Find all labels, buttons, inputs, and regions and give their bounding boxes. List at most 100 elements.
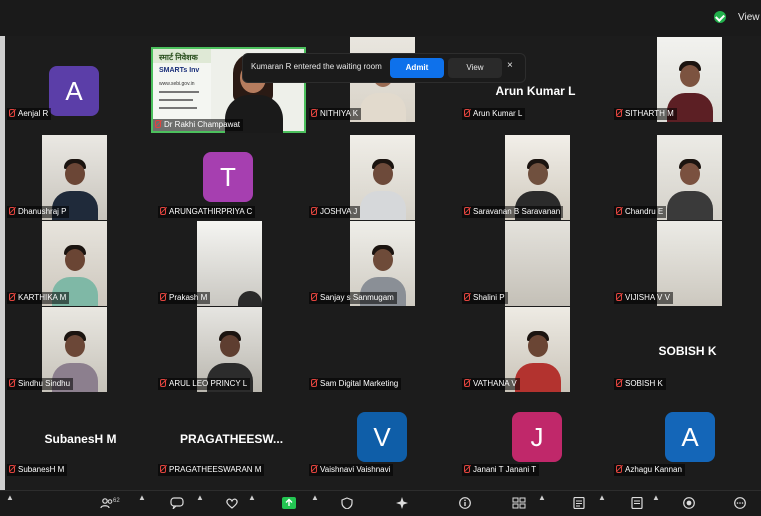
reactions-button[interactable] <box>225 495 245 512</box>
caret-up-icon[interactable]: ▲ <box>538 493 546 502</box>
mic-muted-icon <box>311 293 317 301</box>
top-bar: View <box>0 0 761 36</box>
mic-muted-icon <box>464 207 470 215</box>
mic-muted-icon <box>155 120 161 128</box>
participant-name: NITHIYA K <box>309 108 362 120</box>
participant-name: JOSHVA J <box>309 206 361 218</box>
mic-muted-icon <box>9 293 15 301</box>
mic-muted-icon <box>9 379 15 387</box>
participant-name-label: Janani T Janani T <box>473 465 537 474</box>
caret-up-icon[interactable]: ▲ <box>248 493 256 502</box>
tile-sitharth[interactable]: SITHARTH M <box>612 36 761 122</box>
participants-button[interactable]: 62 <box>100 495 140 512</box>
avatar: V <box>357 412 407 462</box>
slide-title: स्मार्ट निवेशक <box>159 53 198 62</box>
caret-up-icon[interactable]: ▲ <box>598 493 606 502</box>
mic-muted-icon <box>9 207 15 215</box>
close-icon[interactable]: × <box>507 60 513 71</box>
participant-name-label: Sam Digital Marketing <box>320 379 399 388</box>
participant-name-label: Dr Rakhi Champawat <box>164 120 241 129</box>
participant-name: ARUL LEO PRINCY L <box>158 378 251 390</box>
share-screen-icon <box>282 497 296 509</box>
display-name: Arun Kumar L <box>495 84 576 98</box>
participant-name-label: Dhanushraj P <box>18 207 67 216</box>
participant-name: Sam Digital Marketing <box>309 378 402 390</box>
tile-sobish[interactable]: SOBISH K SOBISH K <box>612 306 761 392</box>
tile-azhagu[interactable]: A Azhagu Kannan <box>612 392 761 478</box>
notes-button[interactable] <box>572 495 592 512</box>
tile-sanjay[interactable]: Sanjay s Sanmugam <box>307 220 458 306</box>
tile-vaishnavi[interactable]: V Vaishnavi Vaishnavi <box>307 392 458 478</box>
participant-name-label: KARTHIKA M <box>18 293 67 302</box>
caret-up-icon[interactable]: ▲ <box>311 493 319 502</box>
participant-name-label: Sanjay s Sanmugam <box>320 293 394 302</box>
caret-up-icon[interactable]: ▲ <box>6 493 14 502</box>
gallery-grid: A Aenjal R स्मार्ट निवेशक SMARTs Inv www… <box>5 36 761 490</box>
record-button[interactable] <box>682 495 702 512</box>
participant-name: Dr Rakhi Champawat <box>153 119 244 131</box>
participant-name: Dhanushraj P <box>7 206 70 218</box>
mic-muted-icon <box>464 109 470 117</box>
tile-janani[interactable]: J Janani T Janani T <box>460 392 611 478</box>
video-feed <box>505 221 570 306</box>
tile-joshva[interactable]: JOSHVA J <box>307 134 458 220</box>
security-button[interactable] <box>340 495 360 512</box>
participant-name: Chandru E <box>614 206 667 218</box>
display-name: PRAGATHEESW... <box>179 432 284 446</box>
participant-name: SITHARTH M <box>614 108 677 120</box>
view-menu[interactable]: View <box>738 12 760 23</box>
notes-icon <box>573 497 585 509</box>
more-button[interactable] <box>733 495 753 512</box>
tile-arungathir[interactable]: T ARUNGATHIRPRIYA C <box>156 134 307 220</box>
participant-name-label: JOSHVA J <box>320 207 358 216</box>
participant-name-label: SubanesH M <box>18 465 65 474</box>
share-screen-button[interactable] <box>282 495 302 512</box>
caret-up-icon[interactable]: ▲ <box>652 493 660 502</box>
record-icon <box>683 497 695 509</box>
participant-name: Janani T Janani T <box>462 464 540 476</box>
mic-muted-icon <box>160 293 166 301</box>
view-button[interactable]: View <box>448 58 502 78</box>
avatar: T <box>203 152 253 202</box>
shield-check-icon[interactable] <box>714 11 726 23</box>
caret-up-icon[interactable]: ▲ <box>138 493 146 502</box>
chat-icon <box>170 497 184 509</box>
mic-muted-icon <box>616 207 622 215</box>
tile-karthika[interactable]: KARTHIKA M <box>5 220 156 306</box>
docs-button[interactable] <box>630 495 650 512</box>
chat-button[interactable] <box>170 495 190 512</box>
apps-button[interactable] <box>512 495 532 512</box>
tile-samdigital[interactable]: Sam Digital Marketing <box>307 306 458 392</box>
admit-button[interactable]: Admit <box>390 58 444 78</box>
participant-name-label: VIJISHA V V <box>625 293 670 302</box>
tile-saravanan[interactable]: Saravanan B Saravanan <box>460 134 611 220</box>
participant-name: Vaishnavi Vaishnavi <box>309 464 394 476</box>
tile-aenjal[interactable]: A Aenjal R <box>5 36 156 122</box>
avatar: A <box>49 66 99 116</box>
mic-muted-icon <box>616 109 622 117</box>
participant-name-label: SOBISH K <box>625 379 663 388</box>
tile-subanesh[interactable]: SubanesH M SubanesH M <box>5 392 156 478</box>
participant-name: VATHANA V <box>462 378 520 390</box>
tile-dhanush[interactable]: Dhanushraj P <box>5 134 156 220</box>
tile-vathana[interactable]: VATHANA V <box>460 306 611 392</box>
participant-name: Aenjal R <box>7 108 52 120</box>
tile-shalini[interactable]: Shalini P <box>460 220 611 306</box>
tile-sindhu[interactable]: Sindhu Sindhu <box>5 306 156 392</box>
participant-name-label: Arun Kumar L <box>473 109 523 118</box>
participant-name: Prakash M <box>158 292 211 304</box>
avatar: A <box>665 412 715 462</box>
mic-muted-icon <box>9 109 15 117</box>
tile-vijisha[interactable]: VIJISHA V V <box>612 220 761 306</box>
ai-companion-button[interactable] <box>395 495 415 512</box>
tile-pragatheeswaran[interactable]: PRAGATHEESW... PRAGATHEESWARAN M <box>156 392 307 478</box>
tile-arulleo[interactable]: ARUL LEO PRINCY L <box>156 306 307 392</box>
slide-subtitle: SMARTs Inv <box>159 67 200 74</box>
participant-name-label: VATHANA V <box>473 379 517 388</box>
caret-up-icon[interactable]: ▲ <box>196 493 204 502</box>
tile-chandru[interactable]: Chandru E <box>612 134 761 220</box>
info-button[interactable] <box>458 495 478 512</box>
participant-name: Shalini P <box>462 292 508 304</box>
meeting-toolbar: ▲ 62 ▲ ▲ ▲ ▲ ▲ ▲ ▲ <box>0 490 761 516</box>
tile-prakash[interactable]: Prakash M <box>156 220 307 306</box>
